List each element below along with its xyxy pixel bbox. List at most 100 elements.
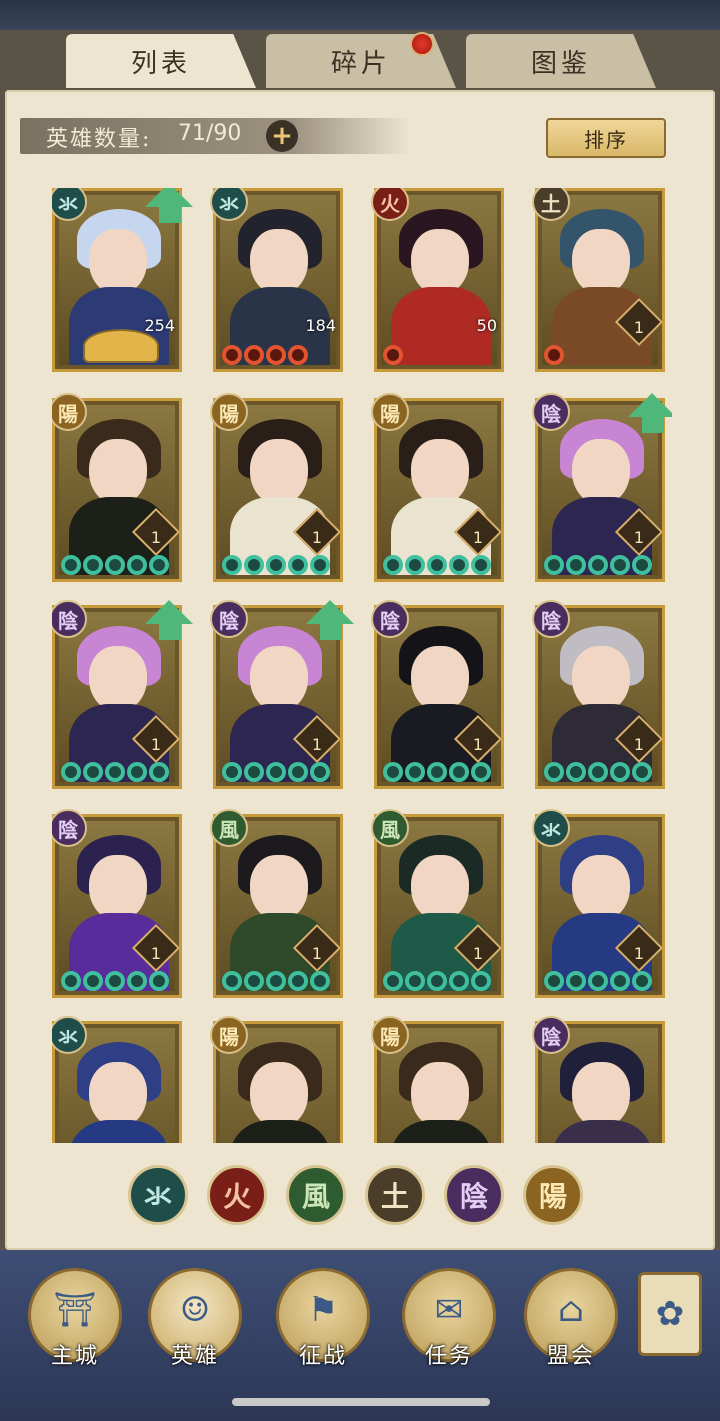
jade-coin-icon xyxy=(449,555,469,575)
jade-coin-icon xyxy=(544,762,564,782)
jade-coin-icon xyxy=(105,971,125,991)
tab-codex[interactable]: 图鉴 xyxy=(466,34,656,88)
hero-card[interactable]: 陰1 xyxy=(532,393,672,582)
yang-element-icon: 陽 xyxy=(371,1016,409,1054)
jade-coin-icon xyxy=(61,971,81,991)
hero-card[interactable]: 氺 254 xyxy=(52,188,193,372)
jade-coin-icon xyxy=(383,971,403,991)
jade-coin-icon xyxy=(83,762,103,782)
hero-level: 1 xyxy=(633,735,645,754)
menu-button[interactable]: ✿ xyxy=(638,1272,702,1356)
hero-face xyxy=(572,229,630,295)
hero-face xyxy=(572,1062,630,1128)
hero-card[interactable]: 氺 184 xyxy=(210,188,343,372)
filter-fire-button[interactable]: 火 xyxy=(207,1165,267,1225)
wind-element-icon: 風 xyxy=(210,809,248,847)
hero-card[interactable]: 陰1 xyxy=(52,809,182,998)
jade-coin-icon xyxy=(266,971,286,991)
hero-level: 1 xyxy=(633,944,645,963)
jade-coin-icon xyxy=(610,762,630,782)
home-indicator xyxy=(232,1398,490,1406)
jade-coin-icon xyxy=(588,971,608,991)
hero-body xyxy=(552,1120,652,1143)
jade-coin-icon xyxy=(127,555,147,575)
jade-coin-icon xyxy=(471,555,491,575)
status-bar xyxy=(0,0,720,30)
hero-count-value: 71/90 xyxy=(178,121,242,146)
filter-wind-button[interactable]: 風 xyxy=(286,1165,346,1225)
jade-coin-icon xyxy=(544,555,564,575)
hero-card[interactable]: 陽 xyxy=(371,1016,504,1143)
hero-card[interactable]: 土1 xyxy=(532,188,665,372)
upgrade-arrow-icon xyxy=(306,600,354,624)
star-row xyxy=(222,971,330,991)
hero-face xyxy=(250,646,308,712)
hero-portrait xyxy=(220,195,336,365)
filter-water-button[interactable]: 氺 xyxy=(128,1165,188,1225)
hero-face xyxy=(89,229,147,295)
hero-card[interactable]: 陽1 xyxy=(210,393,343,582)
hero-face xyxy=(411,229,469,295)
yin-element-icon: 陰 xyxy=(210,600,248,638)
hero-level: 1 xyxy=(472,528,484,547)
hero-level: 1 xyxy=(472,735,484,754)
hero-card[interactable]: 氺 xyxy=(52,1016,182,1143)
filter-earth-button[interactable]: 土 xyxy=(365,1165,425,1225)
hero-card[interactable]: 氺1 xyxy=(532,809,665,998)
hero-face xyxy=(250,439,308,505)
hero-card[interactable]: 陰1 xyxy=(210,600,354,789)
hero-card[interactable]: 風1 xyxy=(210,809,343,998)
campaign-icon: ⚑ xyxy=(307,1289,339,1330)
tasks-icon: ✉ xyxy=(434,1289,464,1330)
expand-slots-button[interactable]: + xyxy=(266,120,298,152)
red-coin-icon xyxy=(288,345,308,365)
yang-element-icon: 陽 xyxy=(210,393,248,431)
jade-coin-icon xyxy=(427,762,447,782)
star-row xyxy=(383,762,491,782)
star-row xyxy=(222,762,330,782)
star-row xyxy=(544,971,652,991)
jade-coin-icon xyxy=(244,555,264,575)
hero-grid[interactable]: 氺 254 氺 184 火 50 土 1 陽 1 陽 1 陽 1 陰 1 陰 1 陰 1 陰 1 陰 1 陰 1 風 1 風 1 氺 1 氺陽陽… xyxy=(52,188,672,1143)
sort-button[interactable]: 排序 xyxy=(546,118,666,158)
hero-card[interactable]: 陽1 xyxy=(52,393,182,582)
hero-face xyxy=(411,855,469,921)
jade-coin-icon xyxy=(83,971,103,991)
hero-face xyxy=(250,229,308,295)
hero-body xyxy=(391,1120,491,1143)
nav-label: 主城 xyxy=(50,1344,99,1369)
hero-card[interactable]: 風1 xyxy=(371,809,504,998)
jade-coin-icon xyxy=(383,555,403,575)
hero-power-value: 184 xyxy=(305,316,336,335)
hero-card[interactable]: 陰1 xyxy=(371,600,504,789)
jade-coin-icon xyxy=(310,762,330,782)
star-row xyxy=(61,762,169,782)
hero-card[interactable]: 陽1 xyxy=(371,393,504,582)
jade-coin-icon xyxy=(310,971,330,991)
jade-coin-icon xyxy=(222,555,242,575)
jade-coin-icon xyxy=(449,971,469,991)
hero-card[interactable]: 火 50 xyxy=(371,188,504,372)
hero-level: 1 xyxy=(150,944,162,963)
filter-yin-button[interactable]: 陰 xyxy=(444,1165,504,1225)
hero-card[interactable]: 陰 xyxy=(532,1016,665,1143)
tab-list[interactable]: 列表 xyxy=(66,34,256,88)
hero-face xyxy=(411,439,469,505)
star-row xyxy=(544,345,564,365)
hero-face xyxy=(89,439,147,505)
star-row xyxy=(222,555,330,575)
filter-yang-button[interactable]: 陽 xyxy=(523,1165,583,1225)
hero-card[interactable]: 陰1 xyxy=(52,600,193,789)
yin-element-icon: 陰 xyxy=(532,1016,570,1054)
jade-coin-icon xyxy=(127,971,147,991)
hero-card[interactable]: 陽 xyxy=(210,1016,343,1143)
hero-body xyxy=(69,1120,169,1143)
star-row xyxy=(383,555,491,575)
hero-level: 1 xyxy=(633,318,645,337)
jade-coin-icon xyxy=(310,555,330,575)
hero-card[interactable]: 陰1 xyxy=(532,600,665,789)
jade-coin-icon xyxy=(427,555,447,575)
jade-coin-icon xyxy=(105,555,125,575)
star-row xyxy=(61,555,169,575)
jade-coin-icon xyxy=(288,971,308,991)
